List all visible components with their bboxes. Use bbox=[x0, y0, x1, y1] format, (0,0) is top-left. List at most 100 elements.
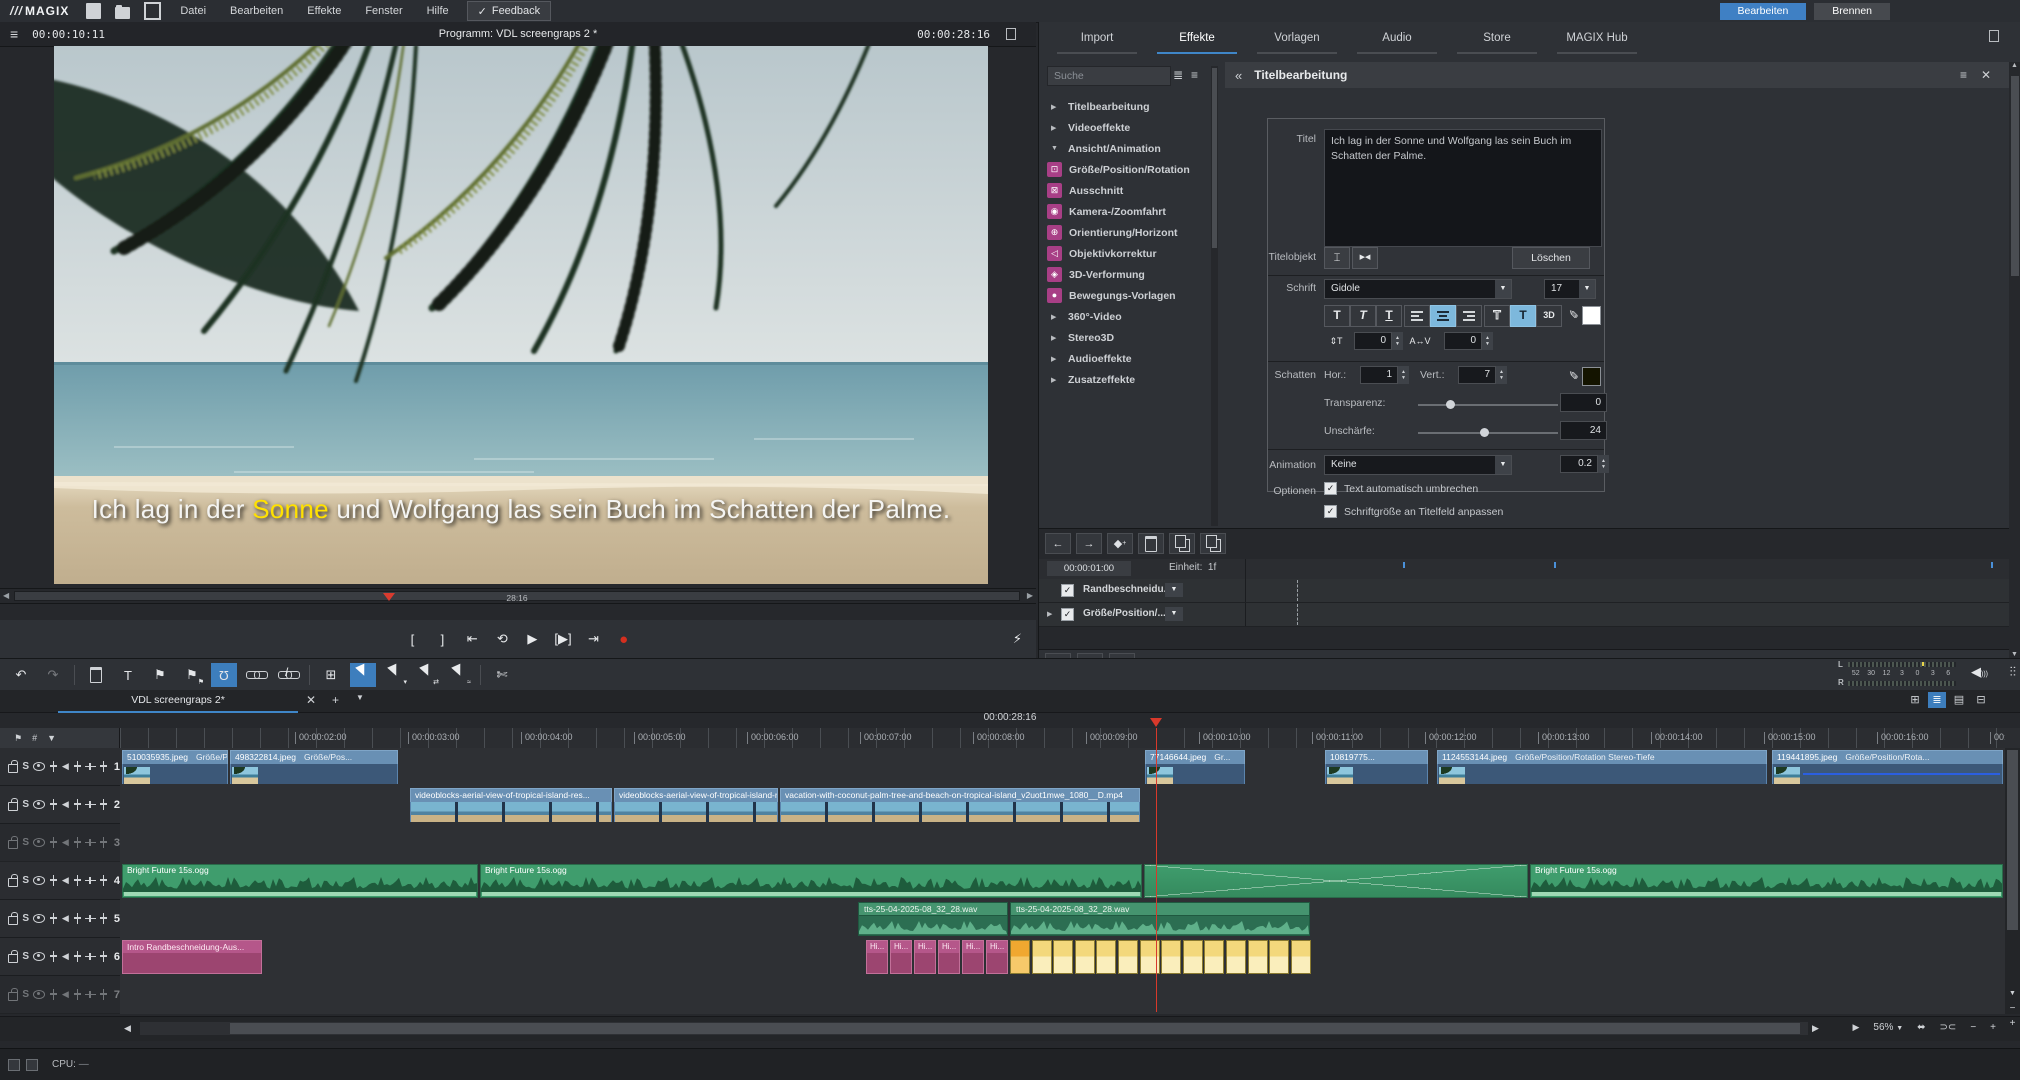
seek-track[interactable]: 28:16 bbox=[14, 591, 1020, 601]
3d-text-button[interactable]: 3D bbox=[1536, 305, 1562, 327]
vscroll-thumb[interactable] bbox=[2007, 750, 2018, 930]
shadow-color-swatch[interactable] bbox=[1582, 367, 1601, 386]
panel-menu-icon[interactable]: ≡ bbox=[1960, 68, 1967, 82]
transition-icon[interactable] bbox=[85, 990, 95, 999]
keyframe-lane[interactable] bbox=[1245, 603, 2007, 626]
shadow-color-picker-icon[interactable]: ✎ bbox=[1566, 370, 1580, 380]
audio-clip[interactable]: Bright Future 15s.ogg bbox=[122, 864, 478, 898]
track-7[interactable] bbox=[120, 976, 2005, 1014]
add-keyframe-icon[interactable]: ◆+ bbox=[1107, 533, 1133, 554]
subtitle-clip[interactable] bbox=[1226, 940, 1246, 974]
title-text-input[interactable]: Ich lag in der Sonne und Wolfgang las se… bbox=[1324, 129, 1602, 247]
menu-hilfe[interactable]: Hilfe bbox=[415, 0, 461, 22]
project-tab[interactable]: VDL screengraps 2* bbox=[58, 690, 298, 713]
transition-icon[interactable] bbox=[85, 838, 95, 847]
effect-item-Bewegungs-Vorlagen[interactable]: ●Bewegungs-Vorlagen bbox=[1043, 285, 1209, 306]
visibility-icon[interactable] bbox=[33, 952, 45, 961]
feedback-button[interactable]: ✓Feedback bbox=[467, 1, 552, 21]
visibility-icon[interactable] bbox=[33, 838, 45, 847]
mouse-mode-single-icon[interactable]: ▾ bbox=[382, 663, 408, 687]
transparency-slider[interactable] bbox=[1418, 404, 1558, 406]
text-cursor-icon[interactable]: ⌶ bbox=[1324, 247, 1350, 269]
track-header-7[interactable]: S◀7 bbox=[0, 976, 120, 1014]
visibility-icon[interactable] bbox=[33, 914, 45, 923]
underline-button[interactable]: T bbox=[1376, 305, 1402, 327]
undock-preview-icon[interactable] bbox=[1006, 28, 1016, 40]
track-4[interactable]: Bright Future 15s.ogg Bright Future 15s.o… bbox=[120, 862, 2005, 901]
numbering-icon[interactable]: # bbox=[32, 733, 37, 743]
fit-width-icon[interactable]: ⬌ bbox=[1917, 1022, 1925, 1033]
filter-list-icon[interactable]: ≡ bbox=[1191, 68, 1198, 82]
fader-icon[interactable] bbox=[73, 989, 81, 1000]
text-color-picker-icon[interactable]: ✎ bbox=[1566, 309, 1580, 319]
track-header-4[interactable]: S◀4 bbox=[0, 862, 120, 900]
panel-toggle-icon[interactable] bbox=[8, 1059, 20, 1071]
lock-icon[interactable] bbox=[8, 840, 18, 849]
zoom-out-icon[interactable]: − bbox=[1970, 1022, 1976, 1033]
subtitle-clip[interactable] bbox=[1053, 940, 1073, 974]
effect-item-Ausschnitt[interactable]: ⊠Ausschnitt bbox=[1043, 180, 1209, 201]
vertical-scrollbar[interactable] bbox=[2005, 748, 2020, 1014]
marker-icon[interactable]: ⚑ bbox=[14, 733, 22, 744]
shadow-hor-stepper[interactable]: 1▲▼ bbox=[1360, 366, 1409, 384]
transition-icon[interactable] bbox=[85, 800, 95, 809]
track-6[interactable]: Intro Randbeschneidung-Aus...Hi...Hi...H… bbox=[120, 938, 2005, 977]
scroll-right-icon[interactable]: ▶ bbox=[1812, 1022, 1819, 1035]
timeline-view-icon[interactable]: ≣ bbox=[1928, 692, 1946, 708]
subtitle-clip[interactable] bbox=[1291, 940, 1311, 974]
fader-icon[interactable] bbox=[73, 875, 81, 886]
track-zoom-in-icon[interactable]: + bbox=[2005, 1016, 2020, 1031]
range-end-icon[interactable]: ] bbox=[434, 632, 450, 647]
lock-icon[interactable] bbox=[8, 764, 18, 773]
align-right-button[interactable] bbox=[1456, 305, 1482, 327]
tab-vorlagen[interactable]: Vorlagen bbox=[1247, 26, 1347, 56]
track-header-1[interactable]: S◀1 bbox=[0, 748, 120, 786]
solo-icon[interactable]: S bbox=[22, 989, 29, 1000]
seek-right-icon[interactable]: ▶ bbox=[1027, 589, 1033, 603]
ungroup-link-icon[interactable] bbox=[275, 663, 301, 687]
panel-scrollbar[interactable]: ▲ ▼ bbox=[2009, 62, 2020, 658]
jump-start-icon[interactable]: ⇤ bbox=[464, 631, 480, 647]
zoom-level-select[interactable]: 56% ▼ bbox=[1873, 1022, 1903, 1033]
snap-magnet-icon[interactable]: Ω bbox=[211, 663, 237, 687]
lock-icon[interactable] bbox=[8, 992, 18, 1001]
track-5[interactable]: tts-25-04-2025-08_32_28.wavtts-25-04-202… bbox=[120, 900, 2005, 939]
speaker-icon[interactable]: ◀ bbox=[62, 913, 69, 924]
line-spacing-stepper[interactable]: 0▲▼ bbox=[1354, 332, 1403, 350]
audio-clip[interactable]: Bright Future 15s.ogg bbox=[1530, 864, 2003, 898]
delete-object-icon[interactable] bbox=[83, 663, 109, 687]
chapter-marker-icon[interactable]: ⚑⚑ bbox=[179, 663, 205, 687]
glow-text-button[interactable]: T bbox=[1510, 305, 1536, 327]
mouse-mode-stretch-icon[interactable]: ⇄ bbox=[414, 663, 440, 687]
keyframe-marker[interactable] bbox=[1991, 562, 1993, 568]
fader-icon[interactable] bbox=[99, 913, 107, 924]
fader-icon[interactable] bbox=[73, 951, 81, 962]
track-zoom-out-icon[interactable]: − bbox=[2005, 1001, 2020, 1016]
option-fit-font[interactable]: ✓Schriftgröße an Titelfeld anpassen bbox=[1324, 505, 1503, 518]
scene-view-icon[interactable]: ▤ bbox=[1950, 692, 1968, 708]
menu-datei[interactable]: Datei bbox=[168, 0, 218, 22]
back-chevrons-icon[interactable]: « bbox=[1235, 68, 1242, 83]
tab-effekte[interactable]: Effekte bbox=[1147, 26, 1247, 56]
record-icon[interactable]: ● bbox=[616, 631, 632, 648]
track-2[interactable]: videoblocks-aerial-view-of-tropical-isla… bbox=[120, 786, 2005, 825]
keyframe-lane[interactable] bbox=[1245, 579, 2007, 602]
fader-icon[interactable] bbox=[73, 913, 81, 924]
chevron-down-icon[interactable]: ▼ bbox=[1165, 583, 1183, 597]
media-clip[interactable]: 510035935.jpegGröße/Positi... bbox=[122, 750, 228, 784]
storyboard-view-icon[interactable]: ⊞ bbox=[1906, 692, 1924, 708]
subtitle-clip[interactable] bbox=[1075, 940, 1095, 974]
subtitle-clip[interactable]: Hi... bbox=[914, 940, 936, 974]
effect-item-Orientierung/Horizont[interactable]: ⊕Orientierung/Horizont bbox=[1043, 222, 1209, 243]
preview-seek-bar[interactable]: ◀ 28:16 ▶ bbox=[0, 588, 1036, 604]
next-keyframe-icon[interactable]: → bbox=[1076, 533, 1102, 554]
italic-button[interactable]: T bbox=[1350, 305, 1376, 327]
mode-bearbeiten-button[interactable]: Bearbeiten bbox=[1720, 3, 1807, 20]
export-flash-icon[interactable]: ⚡ bbox=[1013, 631, 1022, 647]
fader-icon[interactable] bbox=[73, 761, 81, 772]
media-clip[interactable]: 10819775... bbox=[1325, 750, 1428, 784]
media-clip[interactable]: 1124553144.jpegGröße/Position/Rotation S… bbox=[1437, 750, 1767, 784]
fader-icon[interactable] bbox=[99, 799, 107, 810]
redo-icon[interactable]: ↷ bbox=[40, 663, 66, 687]
fader-icon[interactable] bbox=[49, 913, 57, 924]
